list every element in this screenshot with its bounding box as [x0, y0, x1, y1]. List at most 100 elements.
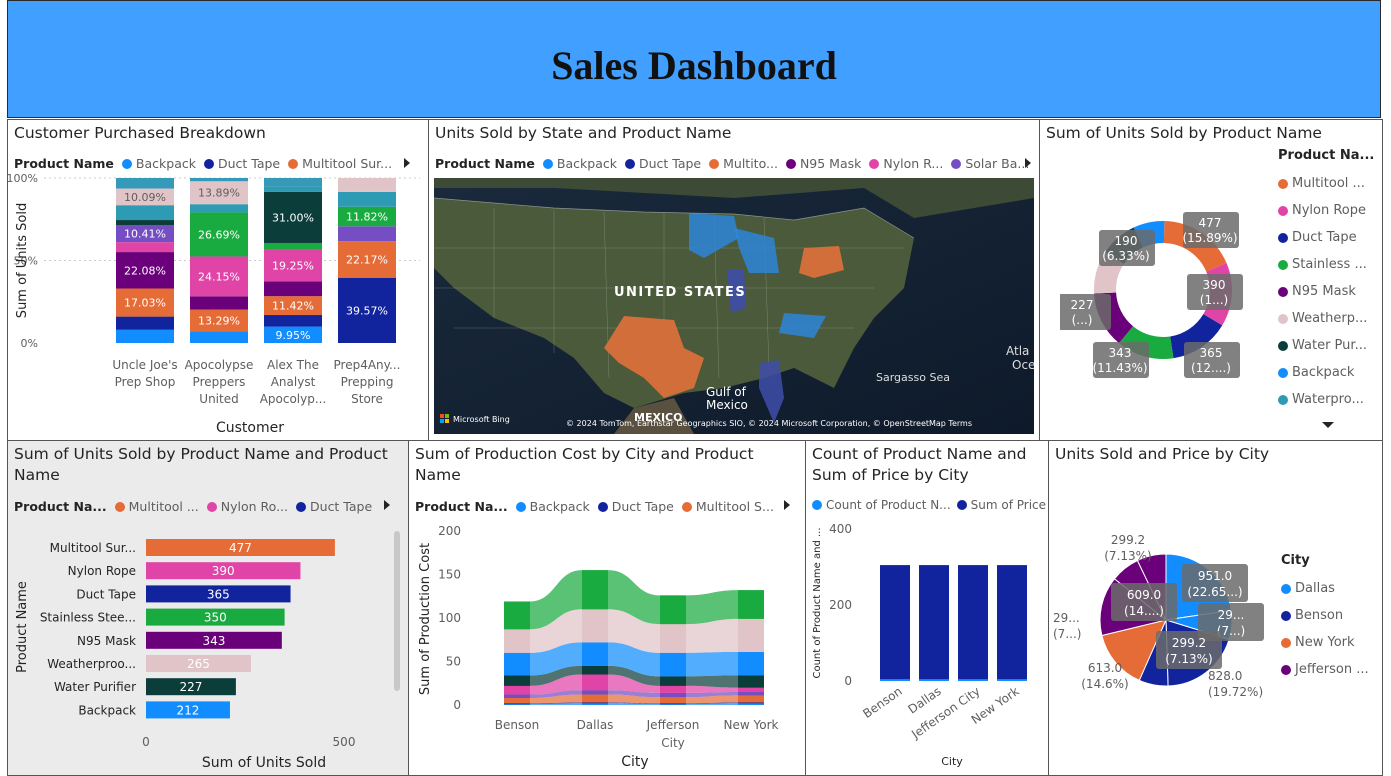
legend-dot [1278, 367, 1288, 378]
x-tick-label: 0 [142, 735, 150, 749]
x-tick-label: Apocolyp... [260, 392, 327, 406]
ribbon-bar [504, 698, 530, 704]
legend-label: Weatherp... [1292, 311, 1368, 326]
legend-next-icon[interactable] [384, 500, 390, 510]
x-tick-label: Apocolypse [185, 358, 254, 372]
legend-item[interactable]: Waterpro... [1278, 386, 1374, 413]
y-tick-label: Water Purifier [54, 680, 136, 694]
legend-scroll-down-icon[interactable] [1322, 422, 1334, 428]
y-tick-label: N95 Mask [77, 634, 136, 648]
legend-item[interactable]: New York [1281, 629, 1369, 656]
legend-item[interactable]: Duct Tape [296, 499, 372, 514]
ribbon-chart: 200 150 100 50 0 Sum of Production Cost City Be… [418, 525, 779, 770]
ribbon-bar [738, 687, 764, 692]
legend-item[interactable]: Duct Tape [1278, 224, 1374, 251]
legend-item[interactable]: Benson [1281, 602, 1369, 629]
city-pie-panel[interactable]: Units Sold and Price by City 951.0 (22.65… [1048, 440, 1383, 776]
legend-item[interactable]: Water Pur... [1278, 332, 1374, 359]
legend-item[interactable]: Solar Ba... [951, 156, 1029, 171]
legend-item[interactable]: Duct Tape [624, 156, 701, 171]
map-panel[interactable]: Units Sold by State and Product Name Pro… [428, 119, 1040, 441]
y-tick-label: Duct Tape [76, 587, 136, 601]
legend-item[interactable]: Count of Product N... [812, 498, 951, 512]
legend-dot [1281, 664, 1291, 675]
hbar-panel[interactable]: Sum of Units Sold by Product Name and Pr… [7, 440, 409, 776]
data-label: 22.08% [124, 264, 166, 277]
ribbon-bar [738, 590, 764, 619]
legend-label: Water Pur... [1292, 338, 1367, 353]
data-label: (19.72%) [1208, 685, 1263, 699]
ribbon-bar [504, 601, 530, 630]
y-tick-label: Backpack [78, 703, 136, 717]
data-label: 9.95% [276, 329, 311, 342]
legend-dot [1278, 394, 1288, 405]
y-tick-label: 0% [21, 337, 38, 350]
ribbon-bar [738, 651, 764, 676]
ribbon-panel[interactable]: Sum of Production Cost by City and Produ… [408, 440, 806, 776]
data-label: (7...) [1053, 627, 1081, 641]
legend-item[interactable]: Jefferson ... [1281, 656, 1369, 683]
legend-label: Count of Product N... [826, 498, 951, 512]
legend-label: Duct Tape [310, 499, 373, 514]
stacked-bar-segment [116, 329, 174, 343]
legend-next-icon[interactable] [1025, 158, 1031, 168]
legend-title: City [1281, 553, 1310, 568]
stacked-bar-segment [190, 331, 248, 343]
stacked-bar-segment [116, 242, 174, 253]
legend-item[interactable]: N95 Mask [1278, 278, 1374, 305]
us-map[interactable]: UNITED STATES Gulf of Mexico Sargasso Se… [434, 178, 1034, 434]
data-label: (7.13%) [1165, 652, 1212, 666]
data-label: 26.69% [198, 228, 240, 241]
dashboard-title: Sales Dashboard [551, 42, 837, 88]
donut-panel[interactable]: Sum of Units Sold by Product Name 477 (15… [1039, 119, 1383, 441]
column-bar [997, 679, 1027, 681]
panel-title: Sum of Units Sold by Product Name [1046, 124, 1322, 142]
data-label: 477 [1199, 216, 1222, 230]
ribbon-bar [660, 652, 686, 677]
x-tick-label: New York [724, 718, 779, 732]
legend-label: Multito... [723, 156, 778, 171]
legend-item[interactable]: Dallas [1281, 575, 1369, 602]
combo-panel[interactable]: Count of Product Name and Sum of Price b… [805, 440, 1049, 776]
x-tick-label: Jefferson [646, 718, 700, 732]
data-label: 212 [177, 703, 200, 717]
legend-item[interactable]: Backpack [515, 499, 590, 514]
map-credits[interactable]: © 2024 TomTom, Earthstar Geographics SIO… [566, 419, 972, 428]
legend-next-icon[interactable] [784, 500, 790, 510]
panel-title: Sum of Units Sold by Product Name and Pr… [14, 445, 388, 484]
ribbon-bar [582, 665, 608, 675]
stacked-bar-segment [190, 178, 248, 182]
legend-item[interactable]: Backpack [542, 156, 617, 171]
horizontal-bar-chart: Multitool Sur... 477 Nylon Rope 390 Duct Tap… [15, 539, 355, 771]
stacked-bar-segment [338, 191, 396, 207]
legend-dot [1278, 286, 1288, 297]
column-bar [919, 679, 949, 681]
legend-item[interactable]: Multitool ... [114, 499, 199, 514]
legend-label: N95 Mask [799, 156, 862, 171]
legend-item[interactable]: Nylon Ro... [206, 499, 288, 514]
y-tick-label: 0 [844, 674, 852, 688]
legend-item[interactable]: Stainless ... [1278, 251, 1374, 278]
legend-item[interactable]: Duct Tape [597, 499, 674, 514]
legend-dot [1278, 340, 1288, 351]
legend-item[interactable]: Multitool ... [1278, 170, 1374, 197]
data-label: 365 [207, 587, 230, 601]
y-tick-label: 0 [453, 698, 461, 712]
legend-item[interactable]: Multitool S... [681, 499, 774, 514]
stacked-bar-segment [190, 296, 248, 310]
legend-item[interactable]: Weatherp... [1278, 305, 1374, 332]
ribbon-bar [582, 690, 608, 695]
column-bar [919, 565, 949, 681]
legend-item[interactable]: Nylon Rope [1278, 197, 1374, 224]
x-axis-title: Sum of Units Sold [202, 755, 326, 771]
legend-item[interactable]: Nylon R... [869, 156, 943, 171]
data-label: 13.89% [198, 187, 240, 200]
data-label: 11.82% [346, 211, 388, 224]
legend-label: New York [1295, 635, 1355, 650]
legend-item[interactable]: Sum of Price [956, 498, 1046, 512]
customer-breakdown-panel[interactable]: Customer Purchased Breakdown Product Nam… [7, 119, 429, 441]
legend-item[interactable]: N95 Mask [785, 156, 862, 171]
legend-item[interactable]: Multito... [709, 156, 778, 171]
x-axis-title: Customer [216, 420, 284, 436]
legend-item[interactable]: Backpack [1278, 359, 1374, 386]
